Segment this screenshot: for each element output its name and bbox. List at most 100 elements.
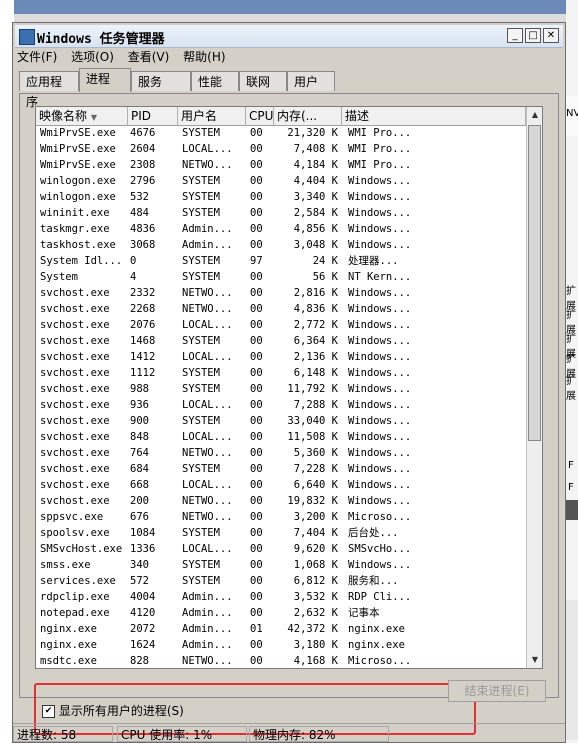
table-row[interactable]: svchost.exe 2076 LOCAL... 00 2,772 K Windows.… (36, 317, 526, 333)
tab-services[interactable]: 服务 (131, 71, 191, 91)
table-row[interactable]: rdpclip.exe 4004 Admin... 00 3,532 K RDP Cli.… (36, 589, 526, 605)
table-row[interactable]: svchost.exe 2268 NETWO... 00 4,836 K Windows.… (36, 301, 526, 317)
column-memory[interactable]: 内存(... (274, 107, 342, 125)
table-row[interactable]: svchost.exe 2332 NETWO... 00 2,816 K Windows.… (36, 285, 526, 301)
table-row[interactable]: WmiPrvSE.exe 2308 NETWO... 00 4,184 K WMI Pro… (36, 157, 526, 173)
cell-memory: 2,632 K (293, 607, 338, 619)
cell-image-name: taskmgr.exe (40, 223, 110, 235)
table-row[interactable]: svchost.exe 668 LOCAL... 00 6,640 K Windows..… (36, 477, 526, 493)
table-row[interactable]: System Idl... 0 SYSTEM 97 24 K 处理器... (36, 253, 526, 269)
cell-memory: 4,836 K (293, 303, 338, 315)
cell-image-name: svchost.exe (40, 303, 110, 315)
process-list[interactable]: 映像名称 ▼ PID 用户名 CPU 内存(... 描述 WmiPrvSE.ex… (35, 106, 543, 669)
cell-cpu: 00 (250, 495, 263, 507)
table-row[interactable]: services.exe 572 SYSTEM 00 6,812 K 服务和... (36, 573, 526, 589)
table-row[interactable]: svchost.exe 988 SYSTEM 00 11,792 K Windows... (36, 381, 526, 397)
table-row[interactable]: svchost.exe 936 LOCAL... 00 7,288 K Windows..… (36, 397, 526, 413)
table-row[interactable]: svchost.exe 200 NETWO... 00 19,832 K Windows.… (36, 493, 526, 509)
close-button[interactable]: ✕ (543, 28, 559, 43)
table-row[interactable]: wininit.exe 484 SYSTEM 00 2,584 K Windows... (36, 205, 526, 221)
menu-options[interactable]: 选项(O) (71, 47, 114, 67)
table-row[interactable]: WmiPrvSE.exe 2604 LOCAL... 00 7,408 K WMI Pro… (36, 141, 526, 157)
table-row[interactable]: taskmgr.exe 4836 Admin... 00 4,856 K Windows.… (36, 221, 526, 237)
tab-processes[interactable]: 进程 (79, 68, 131, 92)
cell-cpu: 00 (250, 607, 263, 619)
table-row[interactable]: notepad.exe 4120 Admin... 00 2,632 K 记事本 (36, 605, 526, 621)
cell-user: SYSTEM (182, 383, 220, 395)
cell-image-name: msdtc.exe (40, 655, 97, 667)
table-row[interactable]: svchost.exe 1412 LOCAL... 00 2,136 K Windows.… (36, 349, 526, 365)
table-row[interactable]: winlogon.exe 2796 SYSTEM 00 4,404 K Windows..… (36, 173, 526, 189)
cell-memory: 9,620 K (293, 543, 338, 555)
column-image-name[interactable]: 映像名称 ▼ (36, 107, 128, 125)
cell-image-name: System (40, 271, 78, 283)
table-row[interactable]: SMSvcHost.exe 1336 LOCAL... 00 9,620 K SMSvcH… (36, 541, 526, 557)
cell-memory: 11,792 K (287, 383, 338, 395)
table-row[interactable]: taskhost.exe 3068 Admin... 00 3,048 K Windows… (36, 237, 526, 253)
cell-cpu: 00 (250, 639, 263, 651)
cell-image-name: WmiPrvSE.exe (40, 127, 116, 139)
cell-memory: 2,136 K (293, 351, 338, 363)
processes-panel: 映像名称 ▼ PID 用户名 CPU 内存(... 描述 WmiPrvSE.ex… (19, 93, 559, 735)
table-row[interactable]: System 4 SYSTEM 00 56 K NT Kern... (36, 269, 526, 285)
cell-user: SYSTEM (182, 367, 220, 379)
tab-performance[interactable]: 性能 (191, 71, 239, 91)
table-row[interactable]: svchost.exe 848 LOCAL... 00 11,508 K Windows.… (36, 429, 526, 445)
table-row[interactable]: svchost.exe 900 SYSTEM 00 33,040 K Windows... (36, 413, 526, 429)
menu-view[interactable]: 查看(V) (128, 47, 170, 67)
table-row[interactable]: sppsvc.exe 676 NETWO... 00 3,200 K Microso... (36, 509, 526, 525)
cell-user: SYSTEM (182, 415, 220, 427)
table-row[interactable]: WmiPrvSE.exe 4676 SYSTEM 00 21,320 K WMI Pro.… (36, 125, 526, 141)
table-row[interactable]: nginx.exe 1624 Admin... 00 3,180 K nginx.exe (36, 637, 526, 653)
cell-user: SYSTEM (182, 207, 220, 219)
column-cpu[interactable]: CPU (246, 107, 274, 125)
cell-memory: 5,360 K (293, 447, 338, 459)
task-manager-window: Windows 任务管理器 _ □ ✕ 文件(F) 选项(O) 查看(V) 帮助… (12, 22, 566, 743)
end-process-button[interactable]: 结束进程(E) (448, 680, 546, 702)
scroll-thumb[interactable] (528, 125, 541, 441)
table-row[interactable]: winlogon.exe 532 SYSTEM 00 3,340 K Windows... (36, 189, 526, 205)
tab-networking[interactable]: 联网 (239, 71, 287, 91)
cell-image-name: svchost.exe (40, 479, 110, 491)
table-row[interactable]: nginx.exe 2072 Admin... 01 42,372 K nginx.exe (36, 621, 526, 637)
cell-image-name: svchost.exe (40, 383, 110, 395)
column-pid[interactable]: PID (128, 107, 178, 125)
cell-cpu: 00 (250, 559, 263, 571)
table-row[interactable]: msdtc.exe 828 NETWO... 00 4,168 K Microso... (36, 653, 526, 668)
cell-memory: 3,180 K (293, 639, 338, 651)
cell-pid: 1468 (130, 335, 156, 347)
cell-user: NETWO... (182, 159, 233, 171)
tab-users[interactable]: 用户 (287, 71, 335, 91)
scroll-up-icon[interactable]: ▲ (527, 107, 542, 123)
table-row[interactable]: smss.exe 340 SYSTEM 00 1,068 K Windows... (36, 557, 526, 573)
tab-applications[interactable]: 应用程序 (19, 71, 79, 109)
cell-description: 记事本 (348, 607, 380, 619)
menu-file[interactable]: 文件(F) (17, 47, 57, 67)
show-all-users-checkbox[interactable]: ✔ (42, 705, 55, 718)
cell-memory: 6,148 K (293, 367, 338, 379)
cell-user: LOCAL... (182, 543, 233, 555)
cell-description: nginx.exe (348, 639, 405, 651)
title-bar[interactable]: Windows 任务管理器 _ □ ✕ (15, 25, 563, 48)
column-user[interactable]: 用户名 (178, 107, 246, 125)
minimize-button[interactable]: _ (507, 28, 523, 43)
cell-user: SYSTEM (182, 527, 220, 539)
cell-cpu: 00 (250, 463, 263, 475)
table-row[interactable]: svchost.exe 1112 SYSTEM 00 6,148 K Windows... (36, 365, 526, 381)
table-row[interactable]: svchost.exe 764 NETWO... 00 5,360 K Windows..… (36, 445, 526, 461)
table-row[interactable]: spoolsv.exe 1084 SYSTEM 00 7,404 K 后台处... (36, 525, 526, 541)
table-row[interactable]: svchost.exe 684 SYSTEM 00 7,228 K Windows... (36, 461, 526, 477)
cell-memory: 3,048 K (293, 239, 338, 251)
table-row[interactable]: svchost.exe 1468 SYSTEM 00 6,364 K Windows... (36, 333, 526, 349)
cell-pid: 2076 (130, 319, 156, 331)
scroll-down-icon[interactable]: ▼ (527, 652, 542, 668)
show-all-users-option[interactable]: ✔ 显示所有用户的进程(S) (42, 702, 184, 720)
vertical-scrollbar[interactable]: ▲ ▼ (526, 107, 542, 668)
maximize-button[interactable]: □ (525, 28, 541, 43)
cell-pid: 936 (130, 399, 149, 411)
cell-description: Windows... (348, 447, 412, 459)
cell-memory: 1,068 K (293, 559, 338, 571)
menu-help[interactable]: 帮助(H) (183, 47, 225, 67)
cell-user: NETWO... (182, 303, 233, 315)
column-description[interactable]: 描述 (342, 107, 526, 125)
